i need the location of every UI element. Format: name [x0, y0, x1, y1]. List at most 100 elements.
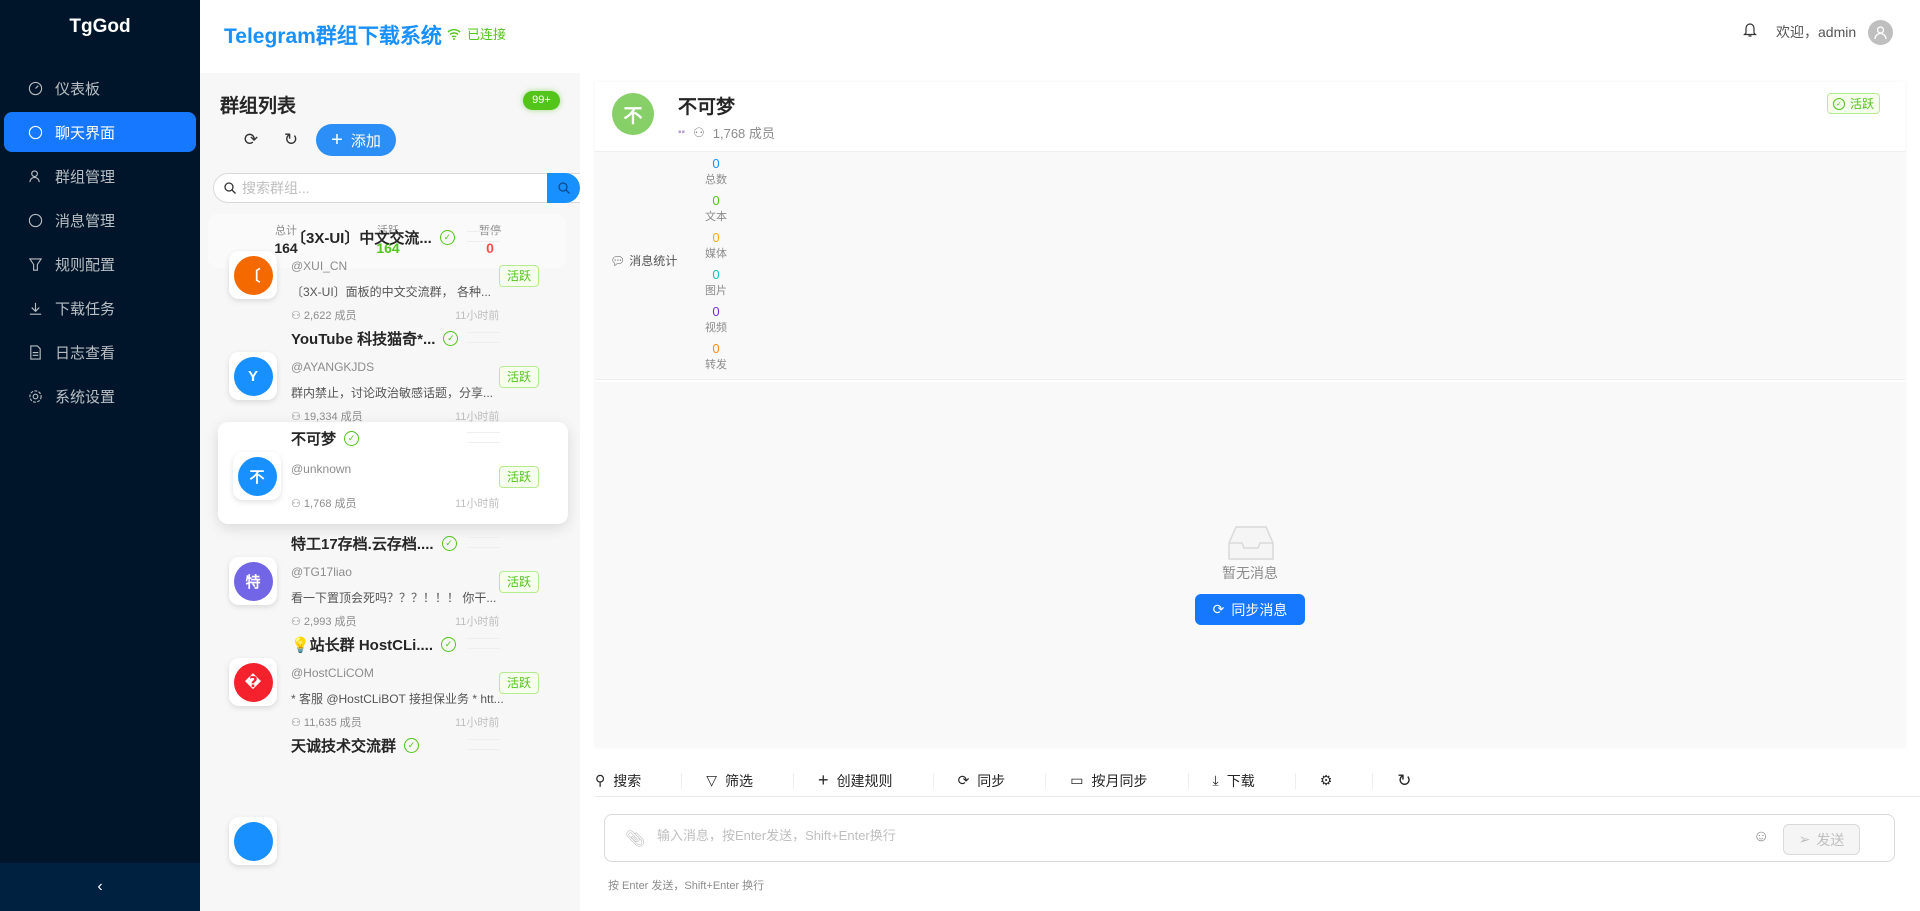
group-avatar-circle: �	[233, 662, 273, 702]
message-input[interactable]	[657, 828, 1657, 843]
group-search-input[interactable]	[242, 180, 542, 196]
message-stats-label: 💬︎ 消息统计	[610, 252, 677, 269]
bell-icon[interactable]	[1743, 22, 1757, 38]
monthly-sync-button[interactable]: ▭ 按月同步	[1070, 771, 1163, 791]
sync-icon: ⟳	[957, 772, 970, 788]
group-title: 💡站长群 HostCLi.... ✓	[291, 634, 457, 655]
stat-label: 转发	[705, 359, 727, 371]
sidebar-item-7[interactable]: 系统设置	[4, 376, 196, 416]
message-stat: 0 媒体	[699, 230, 733, 261]
connection-status: 已连接	[447, 24, 506, 43]
group-username: @AYANGKJDS	[291, 360, 375, 374]
user-avatar[interactable]	[1868, 20, 1893, 45]
members-count: 1,768 成员	[712, 126, 775, 141]
wifi-icon	[447, 28, 461, 40]
stat-label: 媒体	[705, 248, 727, 260]
status-badge: 活跃	[499, 466, 539, 488]
create-rule-button[interactable]: + 创建规则	[818, 770, 909, 791]
check-circle-icon: ✓	[404, 738, 420, 753]
refresh-button[interactable]: ↻	[1397, 771, 1427, 791]
group-avatar-circle: 特	[233, 561, 273, 601]
plus-icon: +	[818, 770, 829, 790]
group-avatar: Y	[229, 352, 277, 400]
header: Telegram群组下载系统 已连接 欢迎，admin	[200, 0, 1920, 73]
empty-state: 暂无消息 ⟳ 同步消息	[595, 382, 1905, 747]
sidebar-item-1[interactable]: 聊天界面	[4, 112, 196, 152]
filter-icon	[28, 257, 43, 271]
sync-icon: ⟳	[1212, 601, 1225, 617]
group-list-item[interactable]: � 💡站长群 HostCLi.... ✓ @HostCLiCOM * 客服 @HostC…	[218, 628, 568, 730]
stats-label-text: 消息统计	[629, 254, 678, 268]
attachment-icon[interactable]: 📎︎	[625, 829, 645, 849]
gear-icon	[29, 389, 42, 403]
message-icon	[28, 213, 43, 227]
message-stats: 💬︎ 消息统计 0 总数 0 文本 0 媒体 0 图片 0 视频 0 转发	[595, 151, 1905, 380]
emoji-icon[interactable]: ☺	[1753, 828, 1769, 846]
group-name: 💡站长群 HostCLi....	[291, 637, 434, 654]
search-button[interactable]: ⚲ 搜索	[595, 771, 657, 791]
group-list-item[interactable]: 〔 〔3X-UI〕中文交流... ✓ @XUI_CN 〔3X-UI〕面板的中文交流群， …	[218, 221, 568, 323]
sidebar-item-label: 日志查看	[55, 344, 116, 362]
search-button[interactable]	[547, 173, 580, 203]
welcome-text: 欢迎，admin	[1776, 24, 1857, 40]
plus-icon: +	[331, 128, 343, 151]
sidebar-item-5[interactable]: 下载任务	[4, 288, 196, 328]
group-list-item[interactable]: 特 特工17存档.云存档.... ✓ @TG17liao 看一下置顶会死吗？？？！！！ …	[218, 527, 568, 629]
sidebar-item-2[interactable]: 群组管理	[4, 156, 196, 196]
sync-label: 同步消息	[1231, 601, 1288, 618]
stat-label: 图片	[705, 285, 727, 297]
download-button[interactable]: ⤓ 下载	[1213, 771, 1271, 791]
stat-label: 文本	[705, 211, 727, 223]
group-list-item[interactable]: 不不可梦 ✓ @unknown ⚇ 1,768 成员 11小时前 活跃	[218, 422, 568, 524]
members-count: 1,768 成员	[303, 498, 357, 510]
label: 下载	[1226, 772, 1255, 789]
group-list-item[interactable]: 天诚技术交流群 ✓	[218, 729, 568, 865]
sidebar-item-label: 系统设置	[55, 388, 116, 406]
add-group-button[interactable]: + 添加	[316, 124, 396, 156]
members-icon: ⚇	[291, 717, 304, 729]
sidebar: TgGod ‹ 仪表板 聊天界面 群组管理 消息管理 规则配置 下载任务日志查看系统设置	[0, 0, 200, 911]
refresh-button[interactable]: ↻	[275, 124, 307, 156]
settings-button[interactable]: ⚙	[1320, 772, 1349, 789]
user-icon	[1874, 26, 1887, 39]
label: 同步	[977, 772, 1006, 789]
send-button[interactable]: ➢ 发送	[1783, 824, 1860, 855]
sidebar-item-0[interactable]: 仪表板	[4, 68, 196, 108]
send-icon: ➢	[1798, 831, 1811, 847]
message-stat: 0 视频	[699, 304, 733, 335]
check-circle-icon: ✓	[439, 230, 455, 245]
app-title: Telegram群组下载系统	[224, 25, 442, 48]
divider	[467, 231, 500, 242]
message-stat: 0 转发	[699, 341, 733, 372]
group-name: 特工17存档.云存档....	[291, 536, 434, 553]
group-search	[213, 173, 580, 203]
group-avatar-circle	[233, 821, 273, 861]
members-count: 11,635 成员	[303, 717, 362, 729]
sidebar-item-6[interactable]: 日志查看	[4, 332, 196, 372]
group-title: 不可梦 ✓	[291, 428, 360, 449]
group-name: 天诚技术交流群	[291, 738, 397, 755]
sync-messages-button[interactable]: ⟳ 同步消息	[1195, 594, 1305, 625]
sidebar-item-4[interactable]: 规则配置	[4, 244, 196, 284]
members-icon: ⚇	[291, 616, 304, 628]
check-circle-icon: ✓	[344, 431, 360, 446]
sync-groups-button[interactable]: ⟳	[235, 124, 267, 156]
group-title: 天诚技术交流群 ✓	[291, 735, 420, 756]
collapse-sidebar-button[interactable]: ‹	[0, 863, 200, 911]
filter-button[interactable]: ▽ 筛选	[706, 771, 769, 791]
group-count-badge: 99+	[523, 91, 560, 110]
search-icon	[557, 182, 570, 194]
sync-button[interactable]: ⟳ 同步	[958, 771, 1022, 791]
group-title: 〔3X-UI〕中文交流... ✓	[291, 227, 455, 248]
stat-value: 0	[712, 230, 720, 245]
group-list-title: 群组列表	[220, 96, 297, 117]
stat-value: 0	[712, 156, 720, 171]
divider	[467, 739, 500, 750]
group-list-item[interactable]: Y YouTube 科技猫奇*... ✓ @AYANGKJDS 群内禁止，讨论政治敏感话…	[218, 322, 568, 424]
message-icon: 💬︎	[610, 253, 626, 268]
logo: TgGod	[69, 16, 131, 37]
check-circle-icon: ✓	[1832, 97, 1845, 110]
sidebar-item-3[interactable]: 消息管理	[4, 200, 196, 240]
input-hint: 按 Enter 发送，Shift+Enter 换行	[608, 880, 765, 892]
message-stat: 0 图片	[699, 267, 733, 298]
